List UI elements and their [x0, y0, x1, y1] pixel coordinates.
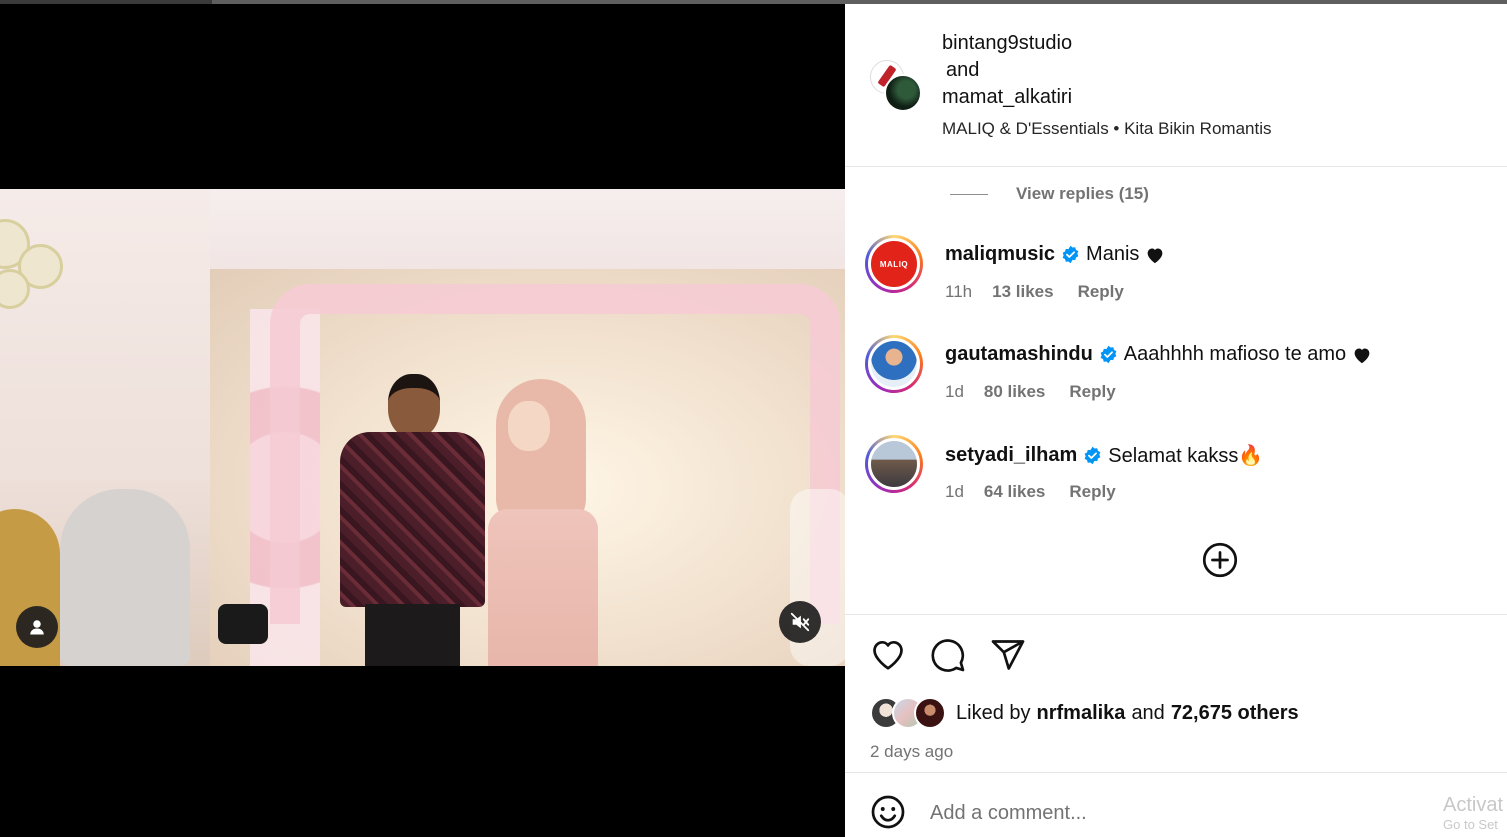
- like-button[interactable]: [870, 637, 906, 676]
- comment-avatar-image: [868, 438, 920, 490]
- liker-avatar: [914, 697, 946, 729]
- comment-text: Aaahhhh mafioso te amo: [1123, 343, 1347, 365]
- load-more-comments-button[interactable]: [1202, 542, 1238, 583]
- speaker-muted-icon: [790, 612, 810, 632]
- heart-outline-icon: [873, 640, 903, 670]
- comment-likes[interactable]: 64 likes: [984, 482, 1045, 502]
- comment-reply-button[interactable]: Reply: [1078, 282, 1124, 302]
- comment-time[interactable]: 11h: [945, 282, 972, 302]
- comment-likes[interactable]: 13 likes: [992, 282, 1053, 302]
- comment-body: setyadi_ilham Selamat kakss🔥: [945, 443, 1263, 468]
- paper-plane-icon: [991, 640, 1025, 670]
- comment-meta: 1d 80 likes Reply: [945, 382, 1116, 402]
- liked-by-and: and: [1131, 701, 1165, 724]
- comment-username[interactable]: gautamashindu: [945, 343, 1093, 366]
- watermark-line2: Go to Set: [1443, 817, 1498, 832]
- comment-avatar-image: [868, 338, 920, 390]
- comment-input[interactable]: [930, 795, 1450, 831]
- audio-track-link[interactable]: MALIQ & D'Essentials • Kita Bikin Romant…: [942, 119, 1271, 139]
- post-timestamp[interactable]: 2 days ago: [870, 742, 953, 762]
- media-pane: [0, 4, 845, 837]
- avatar-logo-text: MALIQ: [879, 259, 909, 269]
- liker-avatars: [870, 697, 950, 729]
- verified-badge-icon: [1061, 245, 1080, 264]
- video-groom-head: [388, 374, 440, 438]
- authors-join-word: and: [946, 59, 980, 81]
- post-authors: bintang9studio and mamat_alkatiri: [942, 30, 1072, 111]
- coauthor-avatar[interactable]: [884, 74, 922, 112]
- video-handbag: [218, 604, 268, 644]
- comment-text: Manis: [1086, 243, 1140, 265]
- smiley-icon: [871, 795, 905, 829]
- comment-time[interactable]: 1d: [945, 382, 964, 402]
- verified-badge-icon: [1099, 345, 1118, 364]
- comment-time[interactable]: 1d: [945, 482, 964, 502]
- comment-avatar[interactable]: MALIQ: [865, 235, 923, 293]
- coauthor-username[interactable]: mamat_alkatiri: [942, 84, 1072, 111]
- liked-by-username[interactable]: nrfmalika: [1037, 702, 1126, 725]
- comment-composer: Activat Go to Set: [845, 772, 1507, 837]
- comment-meta: 1d 64 likes Reply: [945, 482, 1116, 502]
- comment-avatar[interactable]: [865, 435, 923, 493]
- view-replies-toggle[interactable]: View replies (15): [950, 184, 1149, 204]
- comment-avatar-image: MALIQ: [868, 238, 920, 290]
- watermark-line1: Activat: [1443, 794, 1504, 816]
- share-button[interactable]: [990, 637, 1026, 678]
- windows-activation-watermark: Activat Go to Set: [1443, 793, 1503, 833]
- comment-reply-button[interactable]: Reply: [1069, 482, 1115, 502]
- plus-circle-icon: [1202, 542, 1238, 578]
- tagged-users-button[interactable]: [16, 606, 58, 648]
- emoji-picker-button[interactable]: [870, 794, 906, 835]
- author-username[interactable]: bintang9studio: [942, 30, 1072, 57]
- view-replies-label: View replies (15): [1016, 184, 1149, 203]
- speech-bubble-icon: [931, 639, 965, 672]
- mute-toggle-button[interactable]: [779, 601, 821, 643]
- collab-avatars[interactable]: [870, 60, 922, 112]
- view-replies-line: [950, 193, 988, 195]
- comment-likes[interactable]: 80 likes: [984, 382, 1045, 402]
- video-groom-pants: [365, 604, 460, 666]
- comment-avatar[interactable]: [865, 335, 923, 393]
- comment-username[interactable]: maliqmusic: [945, 243, 1055, 266]
- comment-reply-button[interactable]: Reply: [1069, 382, 1115, 402]
- verified-badge-icon: [1083, 446, 1102, 465]
- liked-by-summary[interactable]: Liked by nrfmalika and 72,675 others: [870, 697, 1305, 729]
- likes-count[interactable]: 72,675 others: [1171, 702, 1299, 725]
- comment-item: MALIQ maliqmusic Manis 11h 13 likes Repl…: [865, 235, 1485, 315]
- post-actions: Liked by nrfmalika and 72,675 others 2 d…: [845, 614, 1507, 772]
- heart-icon: [1145, 246, 1165, 264]
- post-header: bintang9studio and mamat_alkatiri MALIQ …: [845, 4, 1507, 167]
- reel-video[interactable]: [0, 189, 845, 666]
- comment-body: gautamashindu Aaahhhh mafioso te amo: [945, 343, 1372, 366]
- video-bride: [488, 379, 598, 666]
- comment-item: setyadi_ilham Selamat kakss🔥 1d 64 likes…: [865, 435, 1485, 515]
- comment-text: Selamat kakss🔥: [1108, 445, 1264, 467]
- video-groom-shirt: [340, 432, 485, 607]
- video-bride-dress: [488, 509, 598, 666]
- comment-meta: 11h 13 likes Reply: [945, 282, 1124, 302]
- heart-icon: [1352, 346, 1372, 364]
- liked-by-prefix: Liked by: [956, 701, 1031, 724]
- comment-item: gautamashindu Aaahhhh mafioso te amo 1d …: [865, 335, 1485, 415]
- video-bride-face: [508, 401, 550, 451]
- video-groom: [340, 374, 485, 666]
- video-bride-hijab: [496, 379, 586, 529]
- post-side-panel: bintang9studio and mamat_alkatiri MALIQ …: [845, 4, 1507, 837]
- video-guest: [60, 489, 190, 666]
- comment-username[interactable]: setyadi_ilham: [945, 444, 1077, 467]
- user-icon: [30, 620, 44, 635]
- comment-body: maliqmusic Manis: [945, 243, 1165, 266]
- comment-button[interactable]: [930, 637, 966, 678]
